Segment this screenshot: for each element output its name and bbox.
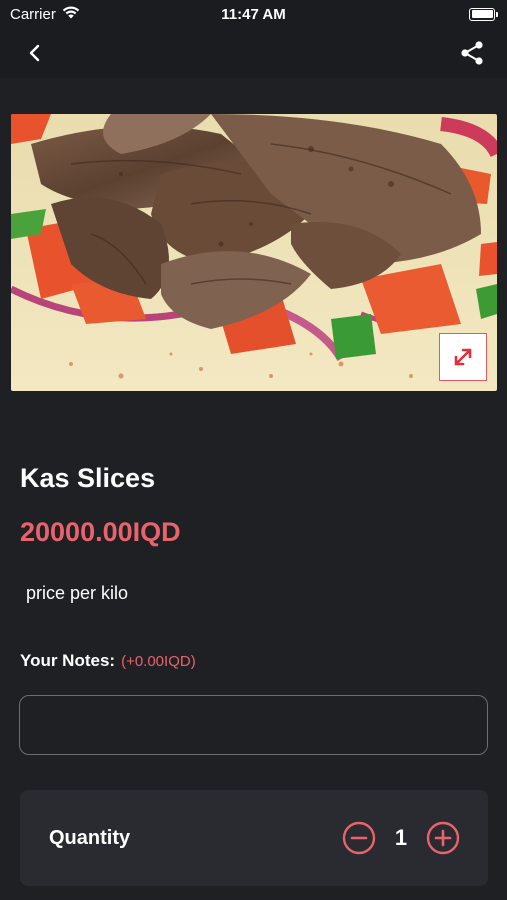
- quantity-card: Quantity 1: [20, 790, 488, 886]
- product-image[interactable]: [11, 114, 497, 391]
- status-left: Carrier: [10, 5, 80, 23]
- status-bar: Carrier 11:47 AM: [0, 0, 507, 28]
- expand-image-button[interactable]: [439, 333, 487, 381]
- notes-input[interactable]: [19, 695, 488, 755]
- wifi-icon: [62, 5, 80, 23]
- decrease-quantity-button[interactable]: [342, 821, 376, 855]
- quantity-stepper: 1: [342, 821, 460, 855]
- notes-label-row: Your Notes: (+0.00IQD): [20, 651, 196, 671]
- quantity-label: Quantity: [49, 826, 131, 849]
- share-button[interactable]: [457, 38, 487, 68]
- carrier-label: Carrier: [10, 5, 56, 23]
- notes-extra-price: (+0.00IQD): [121, 653, 196, 670]
- battery-level-fill: [471, 10, 493, 18]
- quantity-value: 1: [394, 825, 408, 850]
- kebab-meat-photo: [11, 114, 497, 391]
- navigation-bar: [0, 28, 507, 78]
- expand-arrows-icon: [454, 348, 472, 366]
- product-name: Kas Slices: [20, 463, 156, 493]
- chevron-left-icon: [29, 44, 40, 62]
- back-button[interactable]: [20, 38, 50, 68]
- battery-icon: [469, 7, 498, 21]
- notes-label: Your Notes:: [20, 651, 116, 670]
- minus-circle-icon: [342, 821, 376, 855]
- increase-quantity-button[interactable]: [426, 821, 460, 855]
- product-description: price per kilo: [26, 583, 129, 603]
- share-icon: [461, 41, 483, 65]
- product-price: 20000.00IQD: [20, 517, 181, 547]
- plus-circle-icon: [426, 821, 460, 855]
